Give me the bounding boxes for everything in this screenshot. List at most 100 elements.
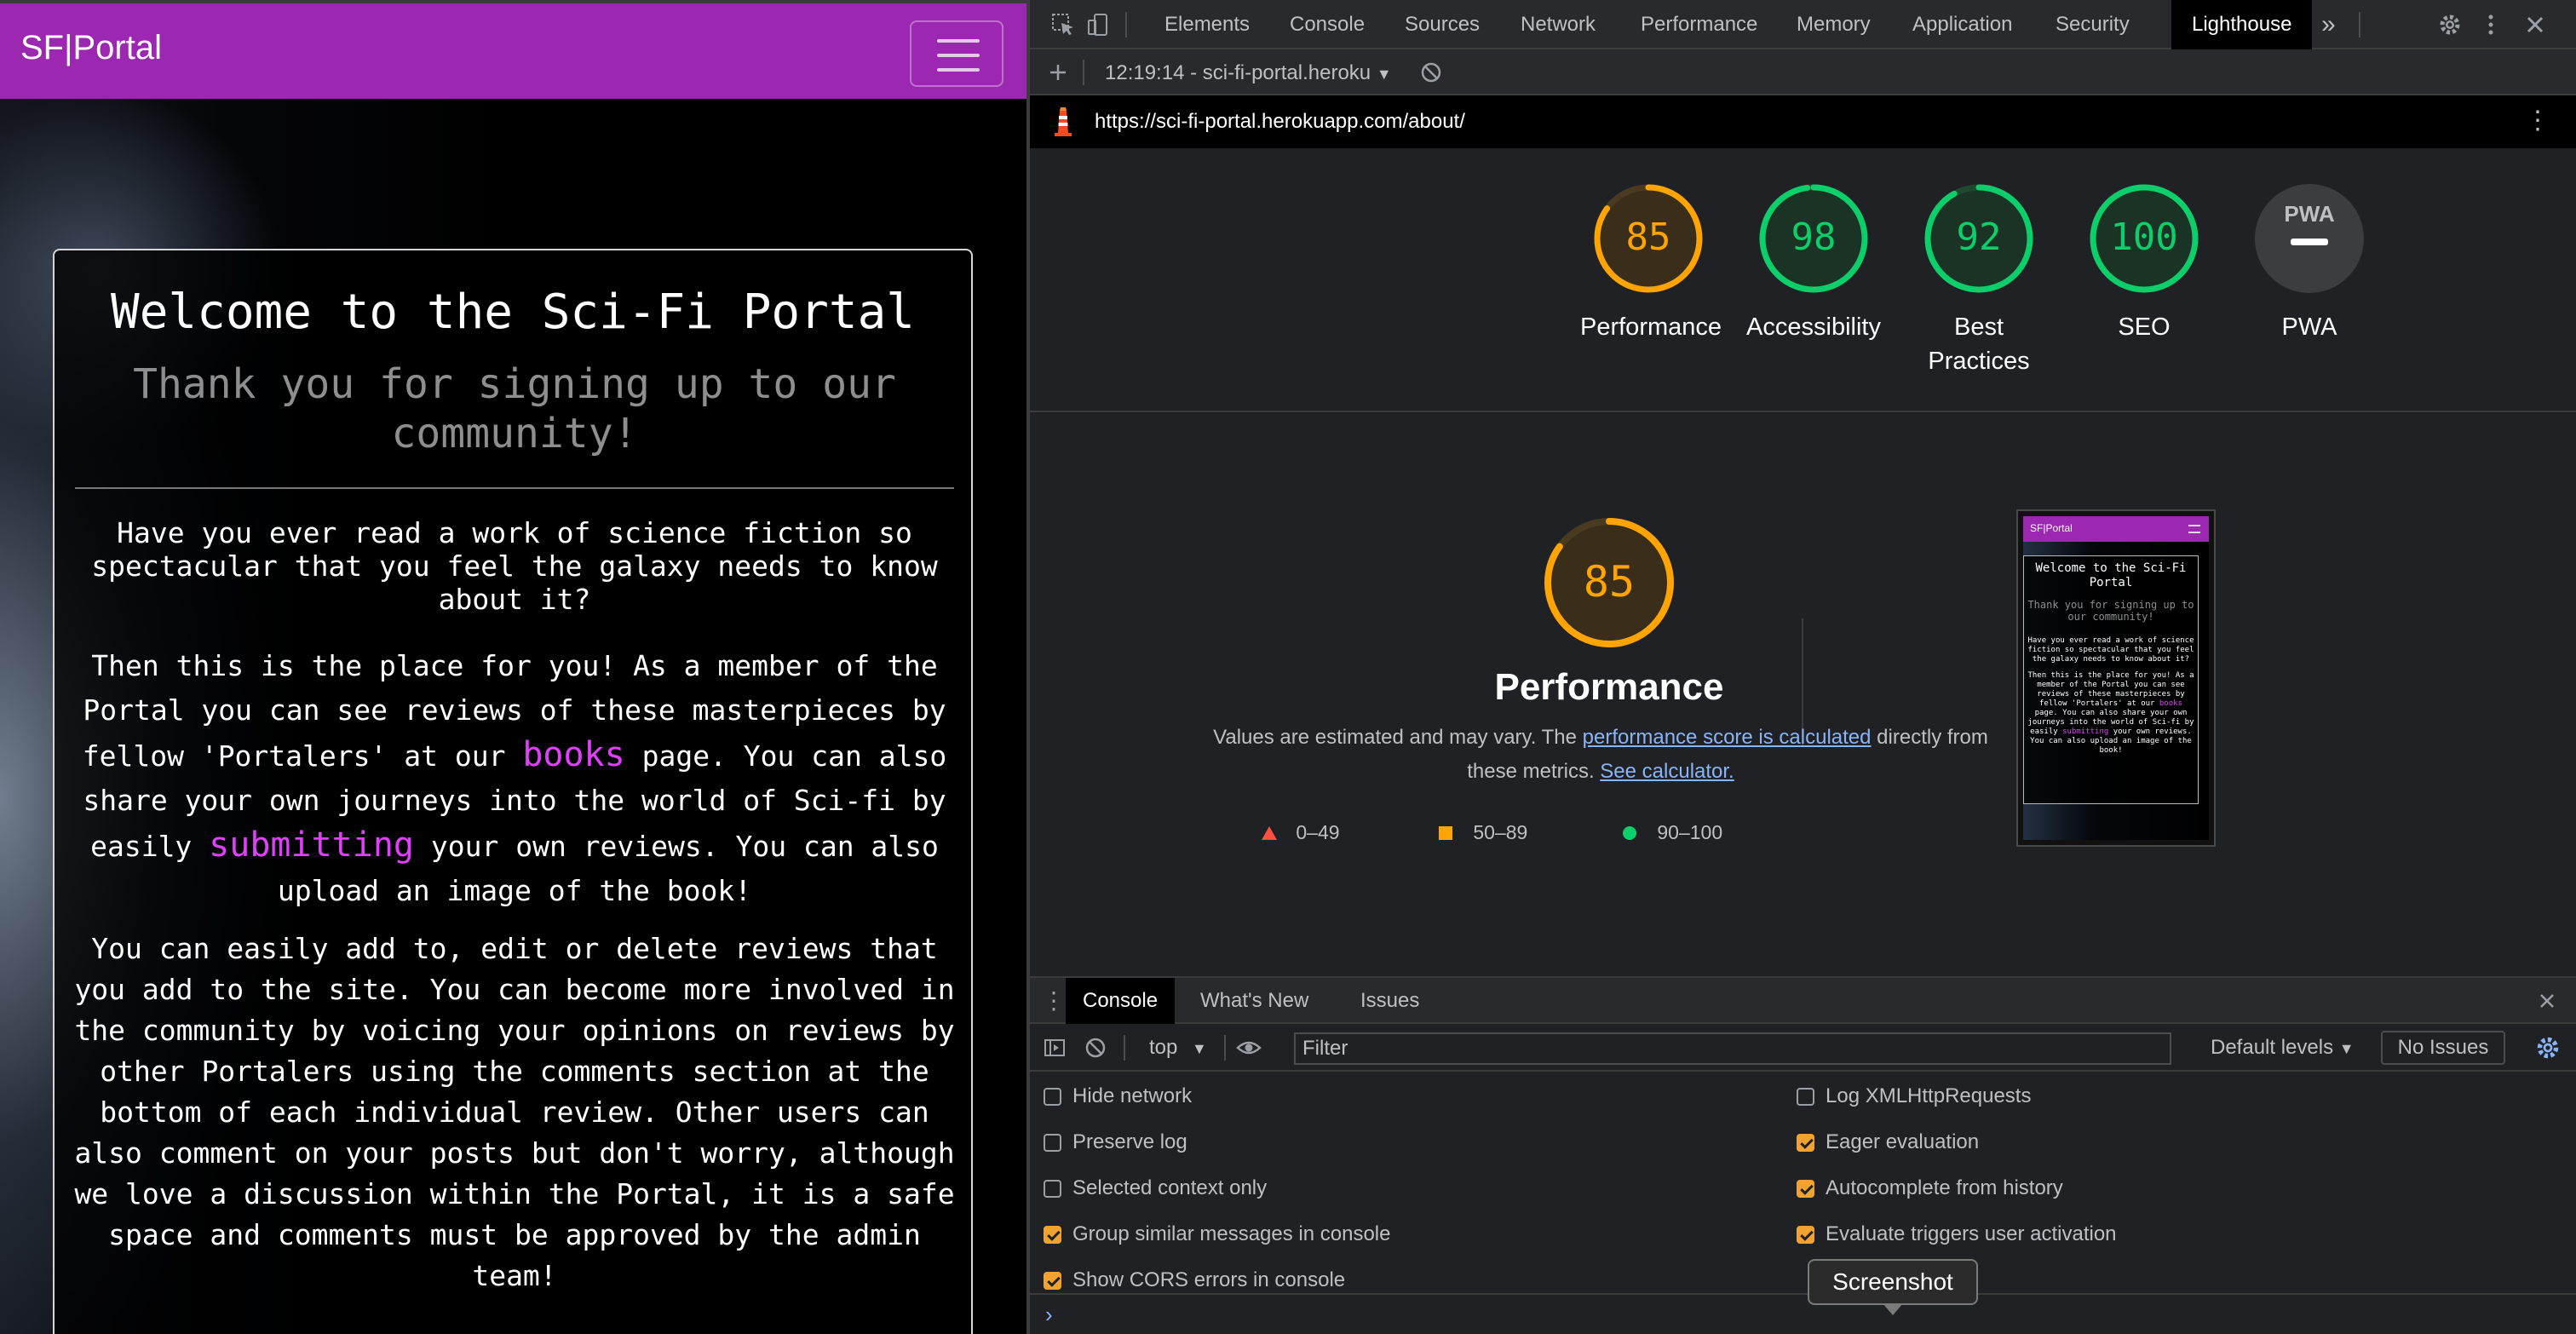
hamburger-icon [937,39,980,43]
gauge-score: 92 [1957,216,2002,259]
clear-console-icon[interactable] [1083,1035,1108,1061]
gauge-label: SEO [2118,313,2171,341]
checkbox-checked[interactable] [1044,1272,1061,1290]
drawer-tab-issues[interactable]: Issues [1360,978,1419,1024]
gauge-best-practices[interactable]: 92 Best Practices [1911,182,2047,378]
submitting-link[interactable]: submitting [209,825,414,865]
square-icon [1439,826,1452,840]
gauge-label: Best Practices [1928,313,2030,375]
perf-section-title: Performance [1494,666,1724,708]
tab-console[interactable]: Console [1290,0,1365,49]
perf-description: Values are estimated and may vary. The p… [1213,726,1988,783]
gauge-seo[interactable]: 100 SEO [2076,182,2212,344]
gauge-score: 100 [2110,216,2177,259]
console-option-label: Group similar messages in console [1072,1222,1391,1245]
tab-application[interactable]: Application [1912,0,2012,49]
hamburger-icon [2188,525,2200,533]
report-url-bar: https://sci-fi-portal.herokuapp.com/abou… [1030,95,2576,148]
lighthouse-report: 85 Performance 98 Accessibility 92 Best … [1030,148,2576,976]
gauge-label: Performance [1580,313,1722,341]
checkbox-unchecked[interactable] [1797,1088,1814,1106]
tab-elements[interactable]: Elements [1164,0,1250,49]
nav-toggle-button[interactable] [910,20,1003,87]
console-option-label: Eager evaluation [1826,1130,1980,1153]
console-option-label: Evaluate triggers user activation [1826,1222,2117,1245]
console-option-label: Autocomplete from history [1826,1176,2063,1199]
tab-performance[interactable]: Performance [1641,0,1757,49]
checkbox-checked[interactable] [1797,1226,1814,1244]
report-url: https://sci-fi-portal.herokuapp.com/abou… [1095,110,1465,133]
report-menu-icon[interactable]: ⋮ [2525,106,2550,136]
console-option-label: Show CORS errors in console [1072,1268,1346,1291]
console-drawer: ⋮ Console What's New Issues top ▼ Defaul… [1030,976,2576,1334]
checkbox-unchecked[interactable] [1044,1180,1061,1198]
eye-icon[interactable] [1236,1035,1262,1061]
circle-icon [1623,826,1636,840]
drawer-tabs: ⋮ Console What's New Issues [1030,978,2576,1024]
legend-average: 50–89 [1437,821,1527,844]
books-link[interactable]: books [522,735,624,774]
tab-security[interactable]: Security [2056,0,2130,49]
thumb-navbar: SF|Portal [2023,516,2209,542]
tab-lighthouse[interactable]: Lighthouse [2171,0,2313,49]
gauge-label: Accessibility [1746,313,1881,341]
checkbox-checked[interactable] [1797,1134,1814,1152]
gauge-performance[interactable]: 85 Performance [1580,182,1722,344]
features-paragraph: Then this is the place for you! As a mem… [82,649,947,907]
chevron-down-icon: ▼ [2338,1040,2355,1057]
pwa-badge-icon: PWA [2284,201,2334,227]
close-drawer-icon[interactable] [2534,988,2560,1014]
clear-reports-icon[interactable] [1418,60,1444,85]
context-selector[interactable]: top ▼ [1149,1036,1207,1060]
new-report-icon[interactable] [1045,60,1071,85]
console-prompt[interactable]: › [1030,1293,2576,1334]
gauge-score: 85 [1626,216,1671,259]
kebab-menu-icon[interactable] [2478,12,2504,37]
drawer-tab-whats-new[interactable]: What's New [1200,978,1308,1024]
device-toolbar-icon[interactable] [1086,12,1112,37]
triangle-icon [1262,826,1277,840]
tab-memory[interactable]: Memory [1797,0,1871,49]
final-screenshot-thumbnail[interactable]: SF|Portal Welcome to the Sci-Fi Portal T… [2016,509,2216,847]
issues-button[interactable]: No Issues [2381,1031,2505,1065]
lighthouse-toolbar: 12:19:14 - sci-fi-portal.heroku ▼ [1030,49,2576,95]
tab-network[interactable]: Network [1521,0,1596,49]
checkbox-checked[interactable] [1797,1180,1814,1198]
score-calculated-link[interactable]: performance score is calculated [1583,726,1872,749]
thumb-card: Welcome to the Sci-Fi Portal Thank you f… [2023,555,2199,804]
show-sidebar-icon[interactable] [1042,1035,1067,1061]
gauge-accessibility[interactable]: 98 Accessibility [1745,182,1882,344]
site-navbar: SF|Portal [0,0,1026,99]
log-levels-dropdown[interactable]: Default levels ▼ [2211,1036,2355,1060]
lighthouse-logo-icon [1055,107,1072,136]
prompt-chevron-icon: › [1045,1302,1053,1327]
console-option-label: Preserve log [1072,1130,1187,1153]
drawer-menu-icon[interactable]: ⋮ [1042,978,1066,1024]
tab-sources[interactable]: Sources [1405,0,1480,49]
console-filter-input[interactable] [1294,1032,2171,1065]
chevron-down-icon: ▼ [1376,66,1392,83]
welcome-card: Welcome to the Sci-Fi Portal Thank you f… [53,249,973,1334]
gauge-pwa[interactable]: PWA PWA [2241,182,2378,344]
more-tabs-button[interactable]: » [2321,0,2336,49]
checkbox-checked[interactable] [1044,1226,1061,1244]
see-calculator-link[interactable]: See calculator. [1600,760,1734,783]
inspect-element-icon[interactable] [1050,12,1076,37]
report-selector[interactable]: 12:19:14 - sci-fi-portal.heroku ▼ [1105,61,1392,85]
card-divider [75,487,954,489]
checkbox-unchecked[interactable] [1044,1088,1061,1106]
console-toolbar: top ▼ Default levels ▼ No Issues [1030,1024,2576,1072]
perf-score: 85 [1584,557,1635,607]
console-option-label: Selected context only [1072,1176,1268,1199]
console-settings-gear-icon[interactable] [2534,1034,2562,1061]
site-brand-link[interactable]: SF|Portal [20,29,162,67]
drawer-tab-console[interactable]: Console [1066,978,1176,1024]
welcome-title: Welcome to the Sci-Fi Portal [110,285,915,340]
checkbox-unchecked[interactable] [1044,1134,1061,1152]
gauge-score: 98 [1791,216,1837,259]
intro-paragraph: Have you ever read a work of science fic… [91,516,938,616]
close-devtools-icon[interactable] [2522,12,2548,37]
gear-icon[interactable] [2437,12,2463,37]
website-viewport: SF|Portal Welcome to the Sci-Fi Portal T… [0,0,1026,1334]
legend-fail: 0–49 [1260,821,1340,844]
